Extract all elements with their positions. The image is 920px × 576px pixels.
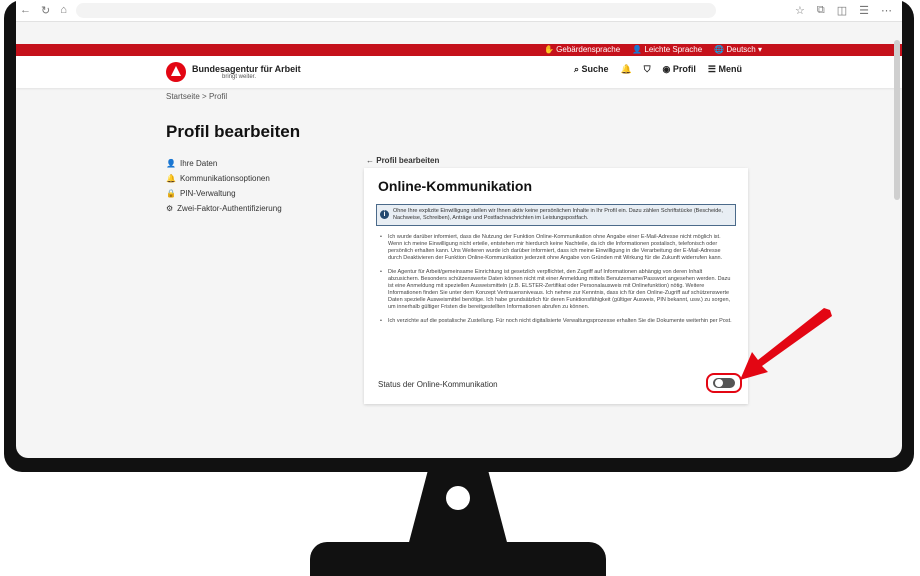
user-icon: ◉ xyxy=(662,64,671,74)
consent-list: Ich wurde darüber informiert, dass die N… xyxy=(378,234,732,332)
sidebar-item-ihre-daten[interactable]: 👤 Ihre Daten xyxy=(166,156,282,171)
notifications-icon[interactable]: 🔔 xyxy=(621,64,632,75)
home-icon[interactable]: ⌂ xyxy=(60,4,67,17)
online-communication-card: Online-Kommunikation i Ohne Ihre explizi… xyxy=(364,168,748,404)
logo[interactable]: Bundesagentur für Arbeit bringt weiter. xyxy=(166,62,301,82)
card-title: Online-Kommunikation xyxy=(378,178,532,194)
list-item: Die Agentur für Arbeit/gemeinsame Einric… xyxy=(378,269,732,311)
list-item: Ich verzichte auf die postalische Zustel… xyxy=(378,318,732,325)
more-icon[interactable]: ⋯ xyxy=(881,4,892,17)
browser-toolbar: ← ↻ ⌂ ☆ ⧉ ◫ ☰ ⋯ xyxy=(16,0,902,22)
breadcrumb-home[interactable]: Startseite xyxy=(166,92,200,101)
shield-icon[interactable]: ⛉ xyxy=(644,64,651,75)
red-arrow-annotation xyxy=(740,308,832,380)
user-outline-icon: 👤 xyxy=(166,159,176,168)
gear-icon: ⚙ xyxy=(166,204,174,213)
top-utility-bar: ✋ Gebärdensprache 👤 Leichte Sprache 🌐 De… xyxy=(16,44,902,56)
breadcrumb-current: Profil xyxy=(208,92,228,101)
online-communication-toggle[interactable] xyxy=(713,378,735,388)
power-indicator xyxy=(446,486,470,510)
search-button[interactable]: ⌕ Suche xyxy=(574,64,609,75)
info-icon: i xyxy=(380,210,389,219)
toggle-highlight xyxy=(706,373,742,393)
brand-name: Bundesagentur für Arbeit xyxy=(192,64,301,74)
sidebar-item-2fa[interactable]: ⚙ Zwei-Faktor-Authentifizierung xyxy=(166,201,282,216)
sidebar-item-pin[interactable]: 🔒 PIN-Verwaltung xyxy=(166,186,282,201)
scrollbar[interactable] xyxy=(894,40,900,200)
brand-tagline: bringt weiter. xyxy=(222,74,257,80)
hamburger-icon: ☰ xyxy=(707,64,716,74)
monitor-base xyxy=(310,542,606,576)
extensions-icon[interactable]: ⧉ xyxy=(817,4,825,17)
sidebar-item-kommunikation[interactable]: 🔔 Kommunikationsoptionen xyxy=(166,171,282,186)
site-header: Bundesagentur für Arbeit bringt weiter. … xyxy=(16,56,902,88)
page-title: Profil bearbeiten xyxy=(166,122,301,141)
star-icon[interactable]: ☆ xyxy=(795,4,805,17)
info-box: i Ohne Ihre explizite Einwilligung stell… xyxy=(376,204,736,226)
screen: ← ↻ ⌂ ☆ ⧉ ◫ ☰ ⋯ ✋ Gebärdensprache 👤 Leic… xyxy=(16,0,902,458)
back-link[interactable]: ← Profil bearbeiten xyxy=(366,156,439,165)
favorites-icon[interactable]: ☰ xyxy=(859,4,869,17)
monitor-frame: ← ↻ ⌂ ☆ ⧉ ◫ ☰ ⋯ ✋ Gebärdensprache 👤 Leic… xyxy=(4,0,914,472)
easy-language-link[interactable]: 👤 Leichte Sprache xyxy=(632,44,702,56)
ba-logo-icon xyxy=(166,62,186,82)
search-icon: ⌕ xyxy=(573,64,579,74)
split-icon[interactable]: ◫ xyxy=(837,4,847,17)
profile-button[interactable]: ◉ Profil xyxy=(663,64,696,75)
arrow-left-icon: ← xyxy=(366,156,374,165)
menu-button[interactable]: ☰ Menü xyxy=(708,64,742,75)
toggle-knob xyxy=(715,379,723,387)
sign-language-link[interactable]: ✋ Gebärdensprache xyxy=(544,44,620,56)
back-icon[interactable]: ← xyxy=(20,4,31,17)
sidebar-nav: 👤 Ihre Daten 🔔 Kommunikationsoptionen 🔒 … xyxy=(166,156,282,216)
breadcrumb: Startseite > Profil xyxy=(166,92,228,101)
lock-icon: 🔒 xyxy=(166,189,176,198)
language-select[interactable]: 🌐 Deutsch ▾ xyxy=(714,44,762,56)
reload-icon[interactable]: ↻ xyxy=(41,4,50,17)
list-item: Ich wurde darüber informiert, dass die N… xyxy=(378,234,732,262)
status-label: Status der Online-Kommunikation xyxy=(378,380,498,389)
bell-icon: 🔔 xyxy=(166,174,176,183)
address-bar[interactable] xyxy=(76,3,716,18)
